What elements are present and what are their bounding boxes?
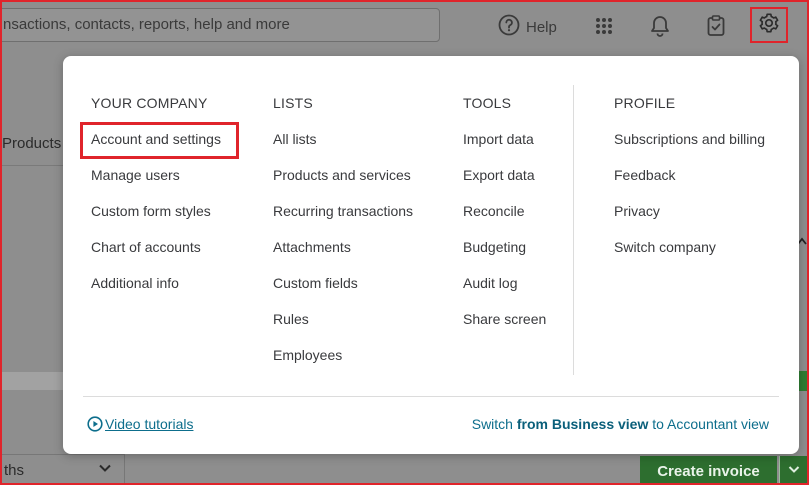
clipboard-check-icon[interactable] <box>704 14 728 38</box>
bell-icon[interactable] <box>648 14 672 38</box>
menu-item-rules[interactable]: Rules <box>273 301 413 337</box>
settings-button[interactable] <box>750 7 788 43</box>
column-heading: YOUR COMPANY <box>91 95 208 111</box>
highlight-box <box>80 122 239 159</box>
video-tutorials-link[interactable]: Video tutorials <box>87 416 193 432</box>
menu-column-tools: TOOLS Import data Export data Reconcile … <box>463 94 546 337</box>
switch-prefix: Switch <box>471 416 517 432</box>
tab-divider <box>2 165 64 166</box>
menu-item-all-lists[interactable]: All lists <box>273 121 413 157</box>
period-dropdown-value: ths <box>4 462 25 479</box>
column-divider <box>573 85 574 375</box>
menu-item-import-data[interactable]: Import data <box>463 121 546 157</box>
menu-item-subscriptions-and-billing[interactable]: Subscriptions and billing <box>614 121 765 157</box>
play-circle-icon <box>87 416 103 432</box>
switch-to-accountant-view-link[interactable]: Switch from Business view to Accountant … <box>472 416 769 432</box>
settings-menu: YOUR COMPANY Account and settings Manage… <box>63 56 799 454</box>
footer-divider <box>83 396 779 397</box>
menu-item-chart-of-accounts[interactable]: Chart of accounts <box>91 229 221 265</box>
menu-item-audit-log[interactable]: Audit log <box>463 265 546 301</box>
chevron-down-icon <box>787 462 801 481</box>
help-button[interactable]: Help <box>498 14 557 40</box>
apps-grid-icon[interactable] <box>592 14 616 38</box>
search-input[interactable]: nsactions, contacts, reports, help and m… <box>2 8 440 42</box>
menu-item-feedback[interactable]: Feedback <box>614 157 765 193</box>
background-green-bar <box>799 371 807 391</box>
menu-item-budgeting[interactable]: Budgeting <box>463 229 546 265</box>
menu-item-switch-company[interactable]: Switch company <box>614 229 765 265</box>
app-frame: nsactions, contacts, reports, help and m… <box>0 0 809 485</box>
background-bar <box>2 372 64 390</box>
period-dropdown[interactable]: ths <box>2 454 125 483</box>
column-heading: TOOLS <box>463 95 512 111</box>
chevron-down-icon <box>97 460 113 480</box>
video-tutorials-label: Video tutorials <box>105 416 194 432</box>
switch-suffix: to Accountant view <box>648 416 769 432</box>
top-bar: nsactions, contacts, reports, help and m… <box>2 2 807 52</box>
menu-item-reconcile[interactable]: Reconcile <box>463 193 546 229</box>
menu-item-additional-info[interactable]: Additional info <box>91 265 221 301</box>
menu-item-privacy[interactable]: Privacy <box>614 193 765 229</box>
help-label: Help <box>526 18 557 36</box>
help-circle-icon <box>498 14 520 40</box>
menu-item-export-data[interactable]: Export data <box>463 157 546 193</box>
menu-item-custom-fields[interactable]: Custom fields <box>273 265 413 301</box>
column-heading: PROFILE <box>614 95 676 111</box>
column-heading: LISTS <box>273 95 313 111</box>
gear-icon <box>758 12 780 39</box>
menu-item-employees[interactable]: Employees <box>273 337 413 373</box>
menu-item-recurring-transactions[interactable]: Recurring transactions <box>273 193 413 229</box>
menu-column-profile: PROFILE Subscriptions and billing Feedba… <box>614 94 765 265</box>
menu-item-attachments[interactable]: Attachments <box>273 229 413 265</box>
create-invoice-dropdown[interactable] <box>779 456 807 483</box>
menu-item-products-and-services[interactable]: Products and services <box>273 157 413 193</box>
products-tab[interactable]: Products <box>2 135 61 152</box>
menu-item-custom-form-styles[interactable]: Custom form styles <box>91 193 221 229</box>
menu-item-manage-users[interactable]: Manage users <box>91 157 221 193</box>
menu-item-share-screen[interactable]: Share screen <box>463 301 546 337</box>
create-invoice-button[interactable]: Create invoice <box>640 456 777 483</box>
switch-bold: from Business view <box>516 416 649 432</box>
menu-column-lists: LISTS All lists Products and services Re… <box>273 94 413 373</box>
